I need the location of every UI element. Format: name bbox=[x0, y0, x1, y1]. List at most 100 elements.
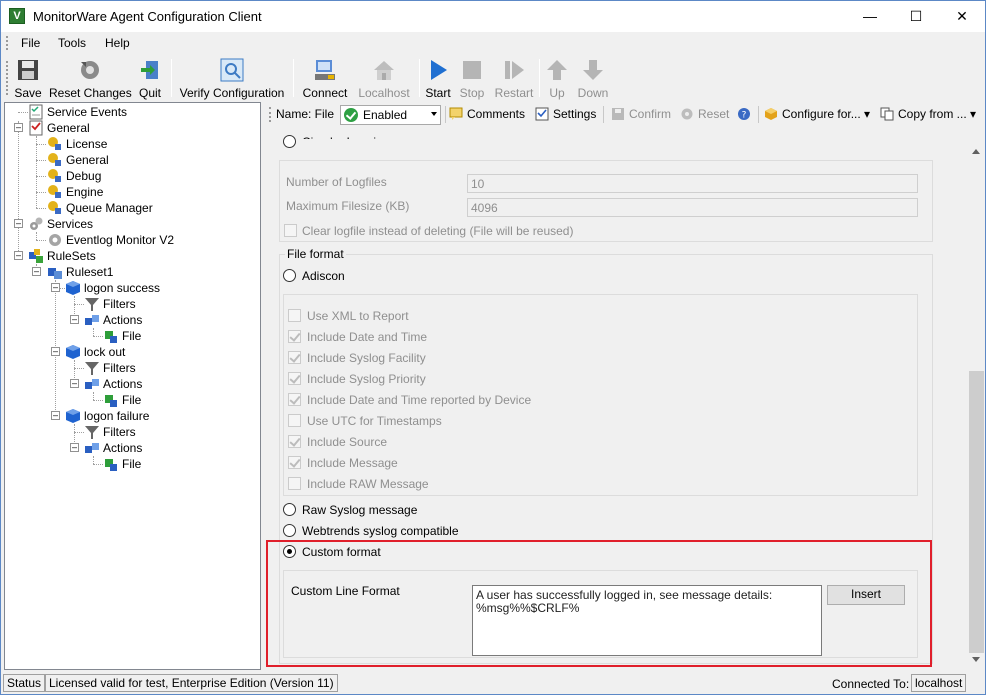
tree-expander-logon-failure[interactable]: – bbox=[51, 411, 60, 420]
quit-button[interactable]: Quit bbox=[135, 57, 165, 100]
menu-file[interactable]: File bbox=[21, 36, 40, 50]
tree-expander-logon-success[interactable]: – bbox=[51, 283, 60, 292]
maximize-button[interactable]: ☐ bbox=[893, 1, 939, 32]
key-icon bbox=[48, 169, 61, 182]
action-toolbar: Name: File Enabled Comments Settings Con… bbox=[266, 102, 985, 127]
house-icon bbox=[374, 61, 394, 80]
rule-cube-icon bbox=[66, 281, 80, 295]
scrollbar-thumb[interactable] bbox=[969, 371, 984, 653]
option-label: Include Source bbox=[307, 435, 388, 449]
tree-expander-ruleset1[interactable]: – bbox=[32, 267, 41, 276]
option-checkbox[interactable] bbox=[288, 414, 301, 427]
option-checkbox[interactable] bbox=[288, 372, 301, 385]
custom-format-highlight bbox=[266, 540, 932, 667]
action-name-label: Name: File bbox=[276, 107, 335, 121]
connect-button[interactable]: Connect bbox=[299, 57, 351, 100]
tree-expander-actions[interactable]: – bbox=[70, 379, 79, 388]
stop-button[interactable]: Stop bbox=[457, 57, 487, 100]
exit-door-icon bbox=[141, 61, 158, 79]
maximum-filesize-input[interactable]: 4096 bbox=[467, 198, 918, 217]
menubar-grip bbox=[6, 36, 9, 50]
help-button[interactable]: ? bbox=[737, 106, 755, 123]
enabled-check-icon bbox=[344, 108, 358, 122]
option-checkbox[interactable] bbox=[288, 393, 301, 406]
actions-icon bbox=[85, 443, 99, 453]
comments-button[interactable]: Comments bbox=[449, 106, 525, 123]
tree-expander-services[interactable]: – bbox=[14, 219, 23, 228]
option-label: Include Syslog Facility bbox=[307, 351, 426, 365]
menu-tools[interactable]: Tools bbox=[58, 36, 86, 50]
number-of-logfiles-input[interactable]: 10 bbox=[467, 174, 918, 193]
adiscon-radio[interactable] bbox=[283, 269, 296, 282]
copy-from-dropdown[interactable]: Copy from ... ▾ bbox=[880, 106, 976, 123]
connected-host: localhost bbox=[911, 674, 967, 692]
toolbar-separator bbox=[445, 106, 446, 123]
tree-connector bbox=[74, 304, 84, 305]
circular-logging-radio[interactable] bbox=[283, 135, 296, 148]
confirm-button[interactable]: Confirm bbox=[611, 106, 671, 123]
number-of-logfiles-label: Number of Logfiles bbox=[286, 175, 387, 189]
scroll-up-arrow-icon[interactable] bbox=[972, 149, 980, 154]
minimize-button[interactable]: — bbox=[847, 1, 893, 32]
tree-connector bbox=[36, 160, 46, 161]
key-icon bbox=[48, 201, 61, 214]
action-toolbar-grip bbox=[269, 107, 272, 122]
chevron-down-icon bbox=[431, 112, 437, 116]
configure-for-dropdown[interactable]: Configure for... ▾ bbox=[764, 106, 870, 123]
clear-logfile-checkbox[interactable] bbox=[284, 224, 297, 237]
tree-connector bbox=[93, 336, 103, 337]
settings-button[interactable]: Settings bbox=[535, 106, 596, 123]
action-state-dropdown[interactable]: Enabled bbox=[340, 105, 441, 125]
start-button[interactable]: Start bbox=[423, 57, 453, 100]
actions-icon bbox=[85, 379, 99, 389]
arrow-up-icon bbox=[547, 60, 567, 80]
gear-icon bbox=[49, 234, 61, 246]
vertical-scrollbar[interactable] bbox=[968, 142, 985, 670]
comment-icon bbox=[449, 107, 463, 120]
close-button[interactable]: ✕ bbox=[939, 1, 985, 32]
localhost-button[interactable]: Localhost bbox=[355, 57, 413, 100]
tree-expander-actions[interactable]: – bbox=[70, 443, 79, 452]
stop-square-icon bbox=[463, 61, 481, 79]
help-icon: ? bbox=[738, 108, 750, 121]
restart-icon bbox=[505, 61, 524, 79]
tree-connector bbox=[36, 136, 37, 208]
raw-syslog-label: Raw Syslog message bbox=[302, 503, 418, 517]
window-title: MonitorWare Agent Configuration Client bbox=[33, 9, 262, 24]
tree-expander-general[interactable]: – bbox=[14, 123, 23, 132]
down-button[interactable]: Down bbox=[575, 57, 611, 100]
verify-configuration-button[interactable]: Verify Configuration bbox=[177, 57, 287, 100]
tree-connector bbox=[36, 240, 46, 241]
toolbar-grip bbox=[6, 61, 9, 95]
option-checkbox[interactable] bbox=[288, 351, 301, 364]
option-checkbox[interactable] bbox=[288, 330, 301, 343]
up-button[interactable]: Up bbox=[543, 57, 571, 100]
reset-gear-icon bbox=[81, 61, 99, 79]
tree-expander-lock-out[interactable]: – bbox=[51, 347, 60, 356]
option-checkbox[interactable] bbox=[288, 435, 301, 448]
reset-button[interactable]: Reset bbox=[680, 106, 729, 123]
option-checkbox[interactable] bbox=[288, 477, 301, 490]
verify-magnifier-icon bbox=[220, 58, 244, 82]
tree-expander-rulesets[interactable]: – bbox=[14, 251, 23, 260]
checklist-icon bbox=[29, 104, 43, 120]
save-button[interactable]: Save bbox=[13, 57, 43, 100]
tree-connector bbox=[36, 232, 37, 240]
option-checkbox[interactable] bbox=[288, 309, 301, 322]
option-label: Use UTC for Timestamps bbox=[307, 414, 442, 428]
settings-scroll-area: Circular Logging Number of Logfiles 10 M… bbox=[266, 128, 985, 670]
file-action-icon bbox=[105, 331, 117, 343]
raw-syslog-radio[interactable] bbox=[283, 503, 296, 516]
toolbar-separator bbox=[758, 106, 759, 123]
play-icon bbox=[431, 60, 447, 80]
option-label: Include Date and Time bbox=[307, 330, 428, 344]
scroll-down-arrow-icon[interactable] bbox=[972, 657, 980, 662]
menu-help[interactable]: Help bbox=[105, 36, 130, 50]
key-icon bbox=[48, 153, 61, 166]
option-checkbox[interactable] bbox=[288, 456, 301, 469]
restart-button[interactable]: Restart bbox=[493, 57, 535, 100]
reset-changes-button[interactable]: Reset Changes bbox=[49, 57, 132, 100]
webtrends-radio[interactable] bbox=[283, 524, 296, 537]
tree-expander-actions[interactable]: – bbox=[70, 315, 79, 324]
rulesets-icon bbox=[29, 249, 43, 263]
